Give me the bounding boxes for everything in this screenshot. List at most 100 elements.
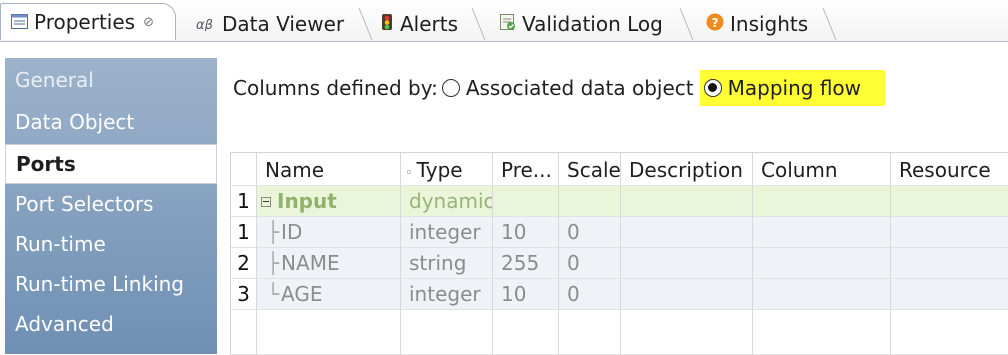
tab-label: Alerts xyxy=(400,12,459,36)
empty-cell xyxy=(891,310,1008,355)
port-description-cell[interactable] xyxy=(621,279,753,310)
port-resource-cell[interactable] xyxy=(891,217,1008,248)
tab-label: Data Viewer xyxy=(222,12,345,36)
port-column-cell[interactable] xyxy=(753,248,891,279)
port-name: Input xyxy=(277,189,337,213)
port-resource-cell[interactable] xyxy=(891,248,1008,279)
sidebar-item-run-time-linking[interactable]: Run-time Linking xyxy=(15,272,184,296)
tab-label: Insights xyxy=(730,12,809,36)
row-number-header xyxy=(231,153,257,186)
port-resource-cell[interactable] xyxy=(891,186,1008,217)
port-name: NAME xyxy=(281,251,340,275)
tab-alerts[interactable]: Alerts xyxy=(380,8,458,40)
port-scale-cell[interactable] xyxy=(559,186,621,217)
ports-table: Name ◦ Type Pre... Scale Description Colu… xyxy=(230,152,1008,355)
sidebar-item-ports[interactable]: Ports xyxy=(5,144,217,184)
tab-properties[interactable]: Properties ⊘ xyxy=(0,3,176,40)
svg-text:?: ? xyxy=(712,16,719,30)
mapping-flow-label[interactable]: Mapping flow xyxy=(728,76,861,100)
associated-data-object-label[interactable]: Associated data object xyxy=(466,76,694,100)
port-name-cell[interactable]: ├ NAME xyxy=(257,248,401,279)
port-type-cell[interactable]: integer xyxy=(401,217,493,248)
port-scale-cell[interactable]: 0 xyxy=(559,279,621,310)
columns-defined-label: Columns defined by: xyxy=(233,76,438,100)
port-column-cell[interactable] xyxy=(753,186,891,217)
row-number: 1 xyxy=(231,217,257,248)
column-header-column[interactable]: Column xyxy=(753,153,891,186)
properties-sidebar: General Data Object Ports Port Selectors… xyxy=(5,58,217,354)
row-number: 2 xyxy=(231,248,257,279)
empty-cell xyxy=(559,310,621,355)
sidebar-item-general[interactable]: General xyxy=(15,68,94,92)
tab-separator xyxy=(822,8,847,40)
port-type-cell[interactable]: dynamic xyxy=(401,186,493,217)
associated-data-object-radio[interactable] xyxy=(441,79,460,97)
tab-separator xyxy=(679,8,704,40)
empty-cell xyxy=(753,310,891,355)
column-header-scale[interactable]: Scale xyxy=(559,153,621,186)
close-icon[interactable]: ⊘ xyxy=(143,15,154,30)
empty-cell xyxy=(401,310,493,355)
port-resource-cell[interactable] xyxy=(891,279,1008,310)
insights-icon: ? xyxy=(706,12,724,36)
tab-data-viewer[interactable]: αβ Data Viewer xyxy=(196,8,344,40)
mapping-flow-highlight: Mapping flow xyxy=(699,70,886,106)
table-header: Name ◦ Type Pre... Scale Description Colu… xyxy=(231,153,1008,186)
table-empty-row xyxy=(231,310,1008,355)
alerts-icon xyxy=(380,12,394,36)
port-name: ID xyxy=(281,220,303,244)
sidebar-item-run-time[interactable]: Run-time xyxy=(15,232,106,256)
tree-branch-icon: ├ xyxy=(267,251,280,275)
port-description-cell[interactable] xyxy=(621,248,753,279)
port-type-cell[interactable]: string xyxy=(401,248,493,279)
table-row[interactable]: 3 └ AGE integer 10 0 xyxy=(231,279,1008,310)
port-column-cell[interactable] xyxy=(753,217,891,248)
validation-log-icon xyxy=(500,12,516,36)
column-header-precision[interactable]: Pre... xyxy=(493,153,559,186)
column-header-type-label: Type xyxy=(416,158,463,182)
tab-insights[interactable]: ? Insights xyxy=(706,8,808,40)
sidebar-item-data-object[interactable]: Data Object xyxy=(15,110,134,134)
column-header-type[interactable]: ◦ Type xyxy=(401,153,493,186)
sidebar-item-advanced[interactable]: Advanced xyxy=(15,312,114,336)
table-row[interactable]: 1 ├ ID integer 10 0 xyxy=(231,217,1008,248)
tab-label: Properties xyxy=(34,10,136,34)
row-number: 1 xyxy=(231,186,257,217)
column-header-description[interactable]: Description xyxy=(621,153,753,186)
column-header-resource[interactable]: Resource xyxy=(891,153,1008,186)
empty-cell xyxy=(493,310,559,355)
port-type-cell[interactable]: integer xyxy=(401,279,493,310)
port-name-cell[interactable]: ├ ID xyxy=(257,217,401,248)
port-column-cell[interactable] xyxy=(753,279,891,310)
table-row-input[interactable]: 1 Input dynamic xyxy=(231,186,1008,217)
tab-separator xyxy=(471,8,496,40)
port-description-cell[interactable] xyxy=(621,217,753,248)
tab-validation-log[interactable]: Validation Log xyxy=(500,8,663,40)
mapping-flow-radio[interactable] xyxy=(703,79,722,97)
port-description-cell[interactable] xyxy=(621,186,753,217)
port-precision-cell[interactable]: 10 xyxy=(493,217,559,248)
data-viewer-icon: αβ xyxy=(196,12,216,36)
columns-defined-by-group: Columns defined by: Associated data obje… xyxy=(233,70,886,106)
tab-label: Validation Log xyxy=(522,12,663,36)
port-precision-cell[interactable]: 10 xyxy=(493,279,559,310)
port-scale-cell[interactable]: 0 xyxy=(559,217,621,248)
row-number-empty xyxy=(231,310,257,355)
sidebar-item-port-selectors[interactable]: Port Selectors xyxy=(15,192,154,216)
collapse-icon[interactable] xyxy=(261,197,271,207)
port-name: AGE xyxy=(281,282,323,306)
port-precision-cell[interactable] xyxy=(493,186,559,217)
table-row[interactable]: 2 ├ NAME string 255 0 xyxy=(231,248,1008,279)
empty-cell xyxy=(257,310,401,355)
empty-cell xyxy=(621,310,753,355)
svg-text:αβ: αβ xyxy=(196,18,213,31)
port-name-cell[interactable]: Input xyxy=(257,186,401,217)
tree-branch-icon: ├ xyxy=(267,220,280,244)
port-name-cell[interactable]: └ AGE xyxy=(257,279,401,310)
column-header-name[interactable]: Name xyxy=(257,153,401,186)
port-precision-cell[interactable]: 255 xyxy=(493,248,559,279)
row-number: 3 xyxy=(231,279,257,310)
tree-last-branch-icon: └ xyxy=(267,282,280,306)
view-tab-bar: Properties ⊘ αβ Data Viewer Alerts Valid… xyxy=(0,0,1008,42)
port-scale-cell[interactable]: 0 xyxy=(559,248,621,279)
